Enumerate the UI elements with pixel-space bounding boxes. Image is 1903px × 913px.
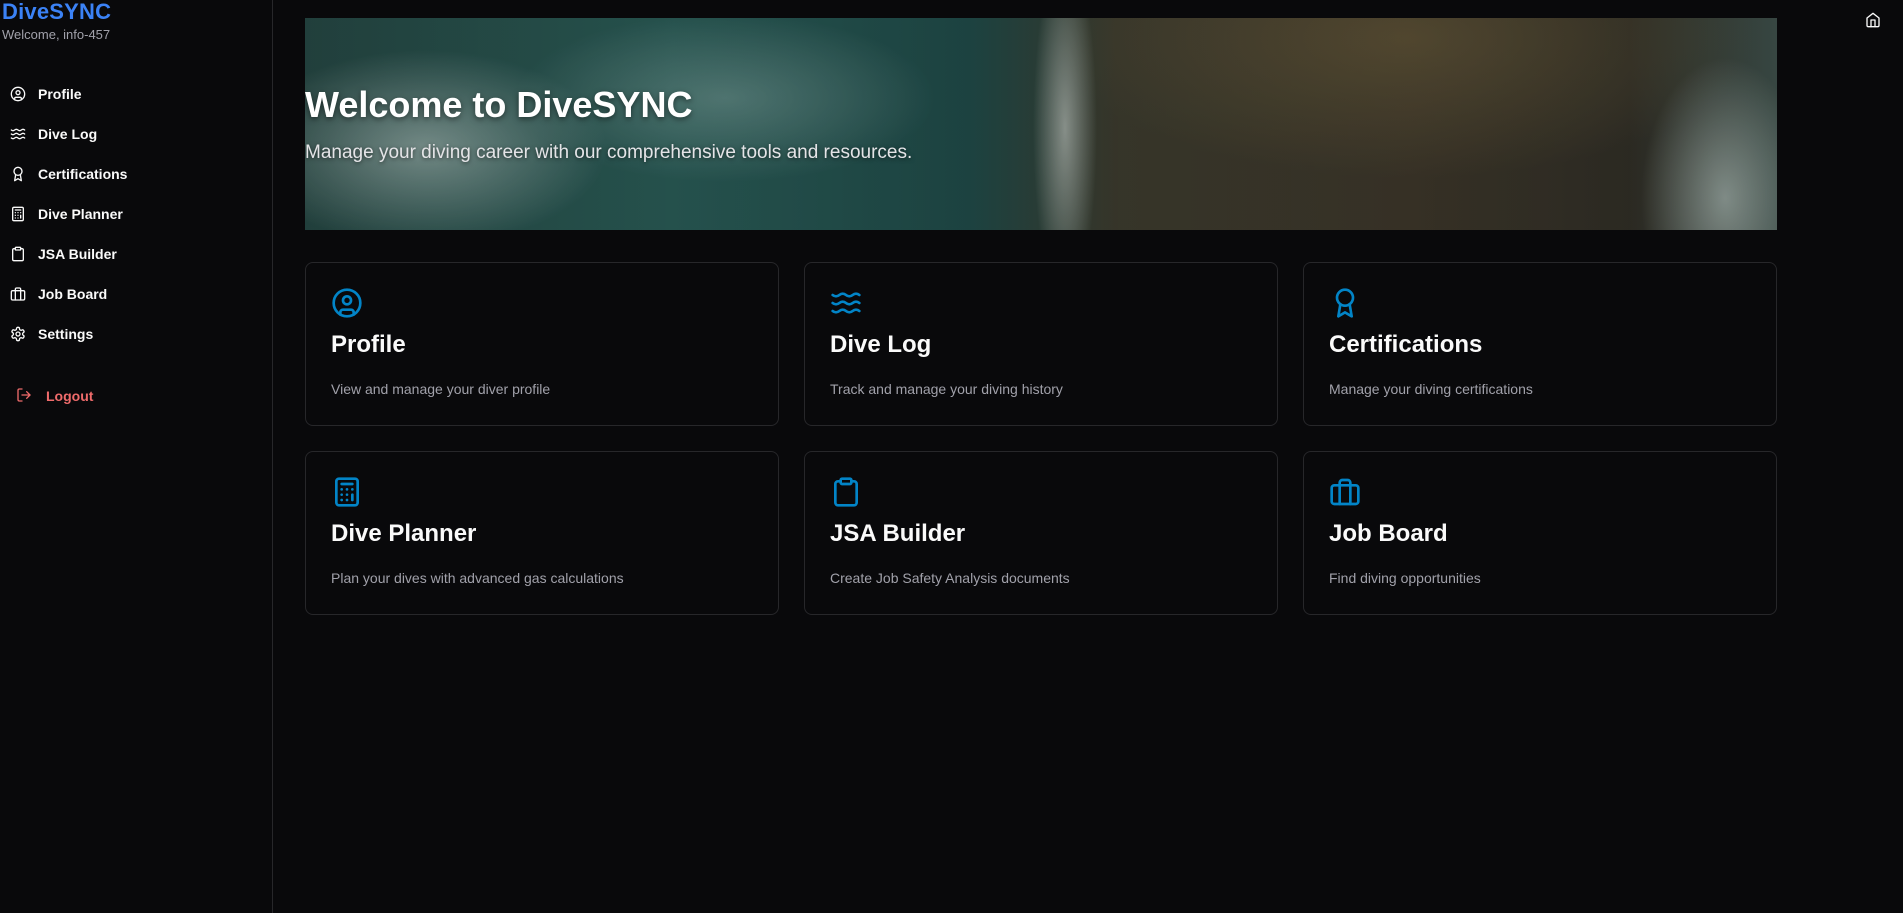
card-description: Find diving opportunities <box>1329 570 1481 586</box>
sidebar-item-label: Job Board <box>38 286 108 302</box>
logout-button[interactable]: Logout <box>0 376 272 416</box>
logout-icon <box>16 387 32 406</box>
sidebar-item-label: Dive Planner <box>38 206 123 222</box>
user-circle-icon <box>331 287 363 319</box>
card-description: Plan your dives with advanced gas calcul… <box>331 570 624 586</box>
user-circle-icon <box>10 86 26 102</box>
welcome-text: Welcome, info-457 <box>2 27 111 42</box>
sidebar-item-certifications[interactable]: Certifications <box>0 154 272 194</box>
card-profile[interactable]: Profile View and manage your diver profi… <box>305 262 779 426</box>
hero-title: Welcome to DiveSYNC <box>305 84 693 125</box>
sidebar-item-settings[interactable]: Settings <box>0 314 272 354</box>
card-description: Track and manage your diving history <box>830 381 1063 397</box>
briefcase-icon <box>10 286 26 302</box>
calculator-icon <box>331 476 363 508</box>
clipboard-icon <box>10 246 26 262</box>
card-certifications[interactable]: Certifications Manage your diving certif… <box>1303 262 1777 426</box>
clipboard-icon <box>830 476 862 508</box>
card-title: Dive Planner <box>331 520 477 547</box>
sidebar-item-label: Certifications <box>38 166 128 182</box>
home-button[interactable] <box>1863 12 1883 32</box>
sidebar-item-label: Settings <box>38 326 94 342</box>
card-job-board[interactable]: Job Board Find diving opportunities <box>1303 451 1777 615</box>
award-icon <box>1329 287 1361 319</box>
card-title: Profile <box>331 331 406 358</box>
waves-icon <box>10 126 26 142</box>
waves-icon <box>830 287 862 319</box>
sidebar-item-profile[interactable]: Profile <box>0 74 272 114</box>
card-dive-log[interactable]: Dive Log Track and manage your diving hi… <box>804 262 1278 426</box>
card-title: Certifications <box>1329 331 1483 358</box>
card-description: View and manage your diver profile <box>331 381 551 397</box>
sidebar: DiveSYNC Welcome, info-457 Profile Dive … <box>0 0 273 913</box>
sidebar-item-label: Dive Log <box>38 126 98 142</box>
sidebar-item-jsa-builder[interactable]: JSA Builder <box>0 234 272 274</box>
logout-label: Logout <box>46 388 94 404</box>
card-jsa-builder[interactable]: JSA Builder Create Job Safety Analysis d… <box>804 451 1278 615</box>
gear-icon <box>10 326 26 342</box>
card-description: Manage your diving certifications <box>1329 381 1533 397</box>
hero-subtitle: Manage your diving career with our compr… <box>305 142 913 163</box>
brand: DiveSYNC Welcome, info-457 <box>0 0 272 42</box>
sidebar-item-dive-planner[interactable]: Dive Planner <box>0 194 272 234</box>
feature-cards: Profile View and manage your diver profi… <box>305 262 1777 615</box>
hero-banner: Welcome to DiveSYNC Manage your diving c… <box>305 18 1777 230</box>
sidebar-nav: Profile Dive Log Certifications Dive Pla… <box>0 74 272 354</box>
briefcase-icon <box>1329 476 1361 508</box>
sidebar-item-label: Profile <box>38 86 82 102</box>
card-description: Create Job Safety Analysis documents <box>830 570 1070 586</box>
card-title: JSA Builder <box>830 520 966 547</box>
card-dive-planner[interactable]: Dive Planner Plan your dives with advanc… <box>305 451 779 615</box>
card-title: Dive Log <box>830 331 932 358</box>
sidebar-item-label: JSA Builder <box>38 246 117 262</box>
brand-title[interactable]: DiveSYNC <box>2 0 272 24</box>
card-title: Job Board <box>1329 520 1448 547</box>
sidebar-item-job-board[interactable]: Job Board <box>0 274 272 314</box>
home-icon <box>1865 12 1881 33</box>
award-icon <box>10 166 26 182</box>
sidebar-item-dive-log[interactable]: Dive Log <box>0 114 272 154</box>
calculator-icon <box>10 206 26 222</box>
main-content: Welcome to DiveSYNC Manage your diving c… <box>273 0 1903 913</box>
